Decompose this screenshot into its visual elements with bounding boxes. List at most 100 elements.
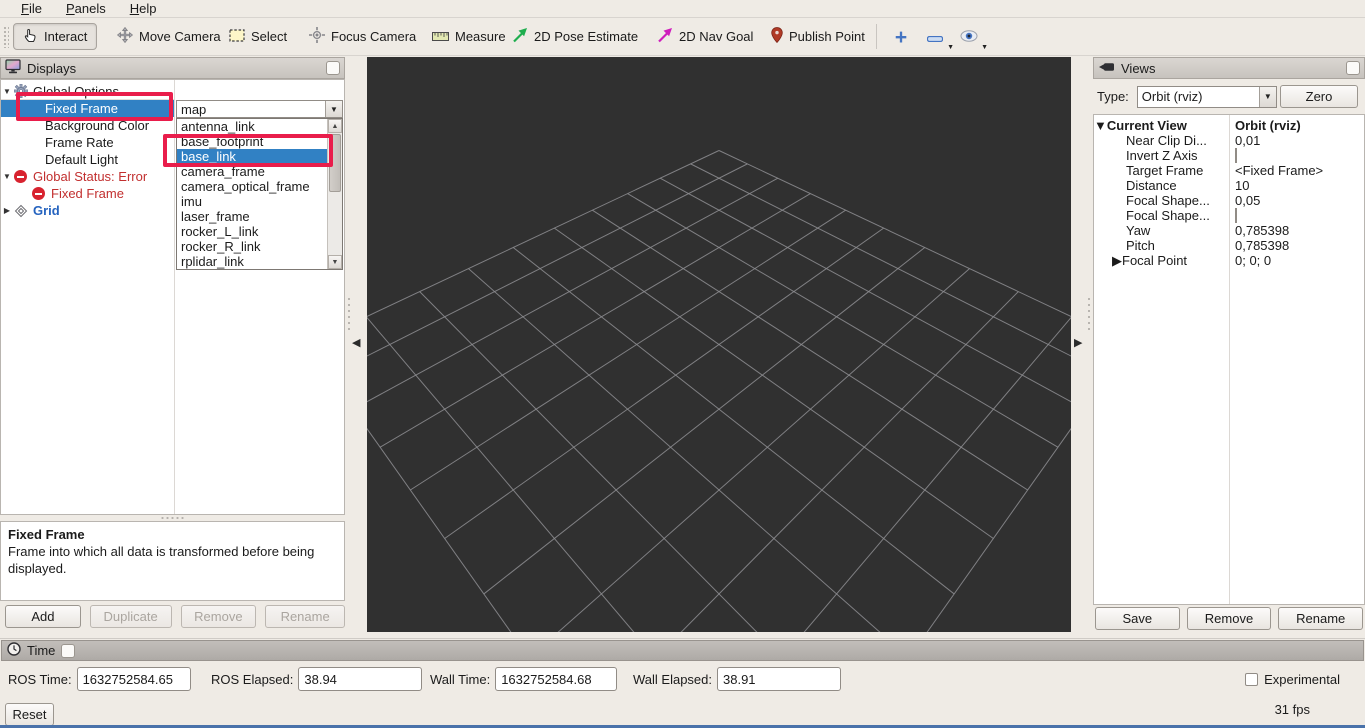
ros-time-label: ROS Time: <box>8 672 72 687</box>
clock-icon <box>7 642 21 659</box>
interact-tool-button[interactable]: Interact <box>13 23 97 50</box>
focal-shape-checkbox[interactable] <box>1235 208 1237 223</box>
view-prop-focal-shape-fixed[interactable]: Focal Shape... <box>1094 208 1363 223</box>
green-arrow-icon <box>512 27 528 46</box>
tree-row-default-light[interactable]: Default Light <box>1 151 174 168</box>
scroll-up-icon[interactable]: ▲ <box>328 119 342 133</box>
dropdown-option[interactable]: rplidar_link <box>177 254 327 269</box>
map-pin-icon <box>771 27 783 46</box>
wall-time-input[interactable]: 1632752584.68 <box>495 667 617 691</box>
nav-goal-tool-button[interactable]: 2D Nav Goal <box>648 23 762 50</box>
view-prop-distance[interactable]: Distance 10 <box>1094 178 1363 193</box>
tree-row-fixed-frame-error[interactable]: Fixed Frame <box>1 185 174 202</box>
tree-row-global-options[interactable]: Global Options <box>1 83 174 100</box>
chevron-down-icon: ▼ <box>981 44 988 51</box>
view-prop-invert-z[interactable]: Invert Z Axis <box>1094 148 1363 163</box>
time-panel-title: Time <box>27 643 55 658</box>
dropdown-option[interactable]: camera_optical_frame <box>177 179 327 194</box>
plus-icon: + <box>895 27 907 48</box>
add-button[interactable]: Add <box>5 605 81 628</box>
reset-button[interactable]: Reset <box>5 703 54 726</box>
dropdown-option[interactable]: laser_frame <box>177 209 327 224</box>
expander-right-icon[interactable] <box>1 206 13 215</box>
displays-float-button[interactable] <box>326 61 340 75</box>
select-tool-button[interactable]: Select <box>220 23 296 50</box>
publish-point-tool-button[interactable]: Publish Point <box>762 23 874 50</box>
magenta-arrow-icon <box>657 27 673 46</box>
tree-row-fixed-frame[interactable]: Fixed Frame <box>1 100 174 117</box>
dropdown-option[interactable]: base_footprint <box>177 134 327 149</box>
fixed-frame-combobox[interactable]: map ▼ <box>176 100 343 118</box>
expander-down-icon[interactable] <box>1 87 13 96</box>
tree-row-global-status[interactable]: Global Status: Error <box>1 168 174 185</box>
dropdown-scrollbar[interactable]: ▲ ▼ <box>327 119 342 269</box>
experimental-checkbox[interactable] <box>1245 673 1258 686</box>
view-prop-focal-point[interactable]: Focal Point 0; 0; 0 <box>1094 253 1363 268</box>
grid-svg <box>367 57 1071 632</box>
ros-elapsed-label: ROS Elapsed: <box>211 672 293 687</box>
pose-estimate-tool-button[interactable]: 2D Pose Estimate <box>503 23 647 50</box>
collapse-right-panel-icon[interactable]: ▶ <box>1074 336 1082 349</box>
menu-help[interactable]: Help <box>119 0 168 17</box>
ros-elapsed-input[interactable]: 38.94 <box>298 667 422 691</box>
tree-row-background-color[interactable]: Background Color <box>1 117 174 134</box>
ruler-icon <box>432 29 449 44</box>
toolbar-grip[interactable] <box>3 26 9 48</box>
displays-panel-title: Displays <box>27 61 320 76</box>
right-splitter[interactable] <box>1087 296 1091 330</box>
wall-elapsed-input[interactable]: 38.91 <box>717 667 841 691</box>
experimental-label: Experimental <box>1264 672 1340 687</box>
move-arrows-icon <box>117 27 133 46</box>
expander-down-icon[interactable] <box>1094 118 1107 133</box>
menu-file[interactable]: File <box>10 0 53 17</box>
zero-button[interactable]: Zero <box>1280 85 1358 108</box>
toolbar: Interact Move Camera Select Focus Camera… <box>0 18 1365 56</box>
dropdown-option-selected[interactable]: base_link <box>177 149 327 164</box>
dropdown-option[interactable]: camera_frame <box>177 164 327 179</box>
render-viewport[interactable] <box>367 57 1071 632</box>
scrollbar-thumb[interactable] <box>329 134 341 192</box>
view-prop-focal-shape-size[interactable]: Focal Shape... 0,05 <box>1094 193 1363 208</box>
time-float-button[interactable] <box>61 644 75 658</box>
remove-view-button[interactable]: Remove <box>1187 607 1272 630</box>
view-prop-yaw[interactable]: Yaw 0,785398 <box>1094 223 1363 238</box>
view-type-combobox[interactable]: Orbit (rviz) ▼ <box>1137 86 1277 108</box>
view-prop-target-frame[interactable]: Target Frame <Fixed Frame> <box>1094 163 1363 178</box>
error-icon <box>31 186 46 201</box>
collapse-left-panel-icon[interactable]: ◀ <box>352 336 360 349</box>
rename-view-button[interactable]: Rename <box>1278 607 1363 630</box>
menu-panels[interactable]: Panels <box>55 0 117 17</box>
combobox-dropdown-button[interactable]: ▼ <box>1259 87 1276 107</box>
view-prop-current-view[interactable]: Current View Orbit (rviz) <box>1094 118 1363 133</box>
tree-row-grid[interactable]: Grid <box>1 202 174 219</box>
combobox-dropdown-button[interactable]: ▼ <box>325 101 342 117</box>
chevron-down-icon: ▼ <box>947 44 954 51</box>
save-view-button[interactable]: Save <box>1095 607 1180 630</box>
ros-time-input[interactable]: 1632752584.65 <box>77 667 191 691</box>
invert-z-checkbox[interactable] <box>1235 148 1237 163</box>
panel-splitter-handle[interactable] <box>160 516 186 520</box>
move-camera-tool-button[interactable]: Move Camera <box>108 23 230 50</box>
view-prop-pitch[interactable]: Pitch 0,785398 <box>1094 238 1363 253</box>
dropdown-option[interactable]: rocker_L_link <box>177 224 327 239</box>
focus-camera-tool-button[interactable]: Focus Camera <box>300 23 425 50</box>
view-type-value: Orbit (rviz) <box>1138 89 1259 104</box>
views-float-button[interactable] <box>1346 61 1360 75</box>
left-splitter[interactable] <box>347 296 351 330</box>
expander-right-icon[interactable] <box>1112 253 1122 269</box>
dropdown-option[interactable]: antenna_link <box>177 119 327 134</box>
help-body: Frame into which all data is transformed… <box>8 544 337 578</box>
zoom-in-button[interactable]: + <box>888 25 914 49</box>
displays-tree-area: Global Options Fixed Frame Background Co… <box>0 79 345 515</box>
measure-tool-button[interactable]: Measure <box>423 23 515 50</box>
dropdown-option[interactable]: rocker_R_link <box>177 239 327 254</box>
view-prop-near-clip[interactable]: Near Clip Di... 0,01 <box>1094 133 1363 148</box>
error-icon <box>13 169 28 184</box>
zoom-out-button[interactable]: ▼ <box>922 25 948 49</box>
wall-elapsed-label: Wall Elapsed: <box>633 672 712 687</box>
dropdown-option[interactable]: imu <box>177 194 327 209</box>
tree-row-frame-rate[interactable]: Frame Rate <box>1 134 174 151</box>
scroll-down-icon[interactable]: ▼ <box>328 255 342 269</box>
visibility-button[interactable]: ▼ <box>956 25 982 49</box>
expander-down-icon[interactable] <box>1 172 13 181</box>
